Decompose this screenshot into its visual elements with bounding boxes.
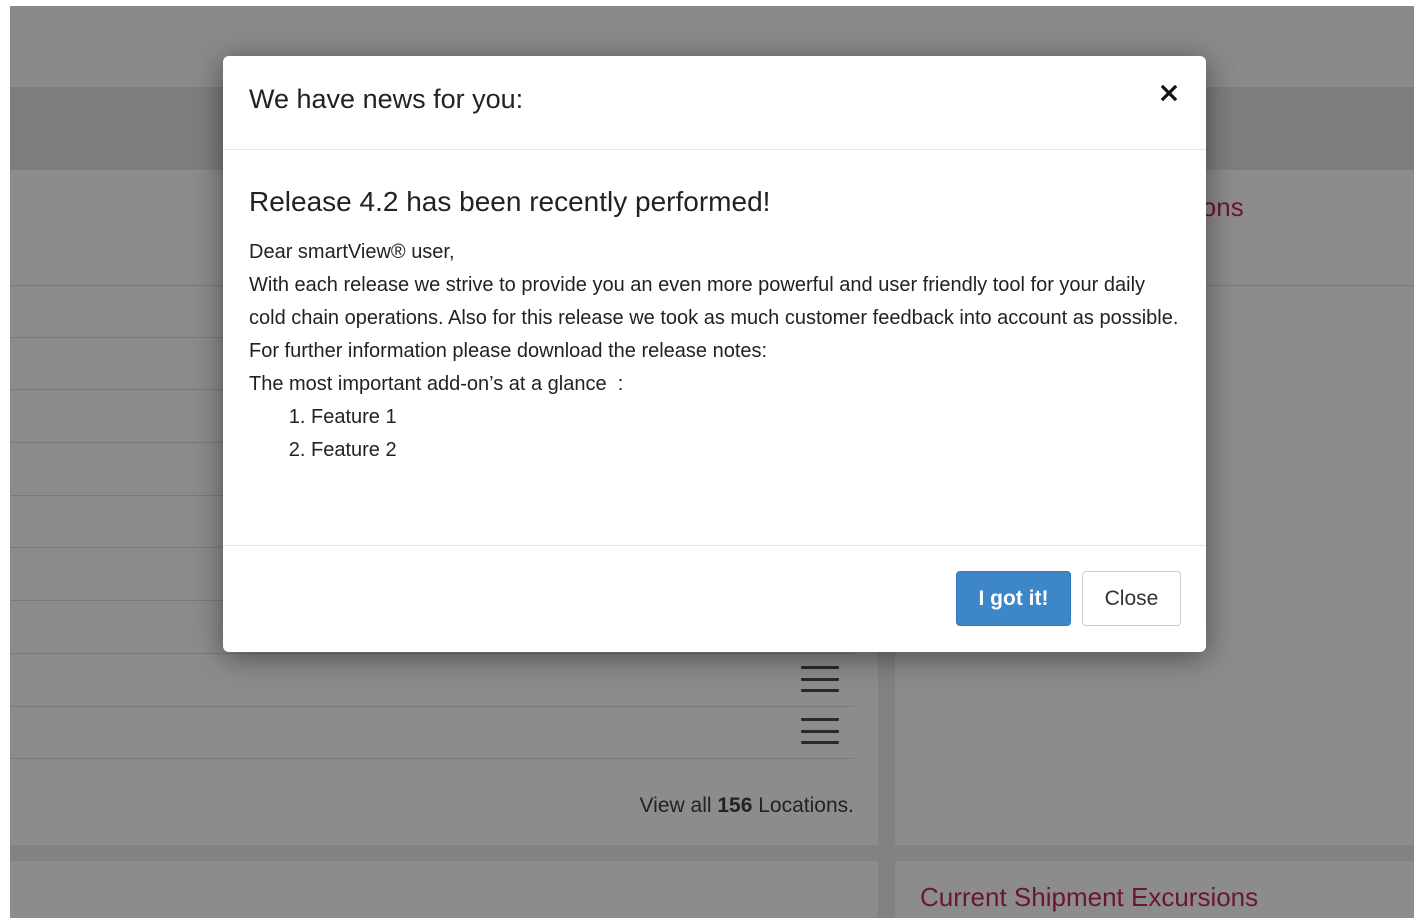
close-icon-glyph <box>1161 85 1177 101</box>
feature-list: Feature 1 Feature 2 <box>249 401 1179 467</box>
menu-icon[interactable] <box>801 666 839 692</box>
release-heading: Release 4.2 has been recently performed! <box>249 186 771 217</box>
shipment-excursions-heading: Current Shipment Excursions <box>920 882 1259 912</box>
addons-intro: The most important add-on’s at a glance … <box>249 373 624 395</box>
close-icon[interactable] <box>1156 80 1182 106</box>
view-all-locations-link[interactable]: View all 156 Locations. <box>640 794 854 818</box>
feature-item: Feature 1 <box>311 401 1179 434</box>
view-all-prefix: View all <box>639 794 718 817</box>
i-got-it-button[interactable]: I got it! <box>956 571 1071 626</box>
menu-icon[interactable] <box>801 718 839 744</box>
modal-footer: I got it! Close <box>223 545 1206 652</box>
list-row-divider <box>10 758 854 759</box>
modal-title: We have news for you: <box>249 84 524 114</box>
locations-count: 156 <box>717 794 753 817</box>
lower-left-panel <box>10 861 878 918</box>
row-gutter <box>10 845 1414 861</box>
modal-body: Release 4.2 has been recently performed!… <box>249 186 1179 467</box>
close-button[interactable]: Close <box>1082 571 1181 626</box>
release-text: Dear smartView® user, With each release … <box>249 236 1179 401</box>
view-all-suffix: Locations. <box>752 794 854 817</box>
list-row-divider <box>10 653 854 654</box>
feature-item: Feature 2 <box>311 434 1179 467</box>
news-modal: We have news for you: Release 4.2 has be… <box>223 56 1206 652</box>
greeting: Dear smartView® user, <box>249 241 455 263</box>
modal-header: We have news for you: <box>223 56 1206 150</box>
list-row-divider <box>10 706 854 707</box>
release-paragraph: With each release we strive to provide y… <box>249 274 1179 362</box>
